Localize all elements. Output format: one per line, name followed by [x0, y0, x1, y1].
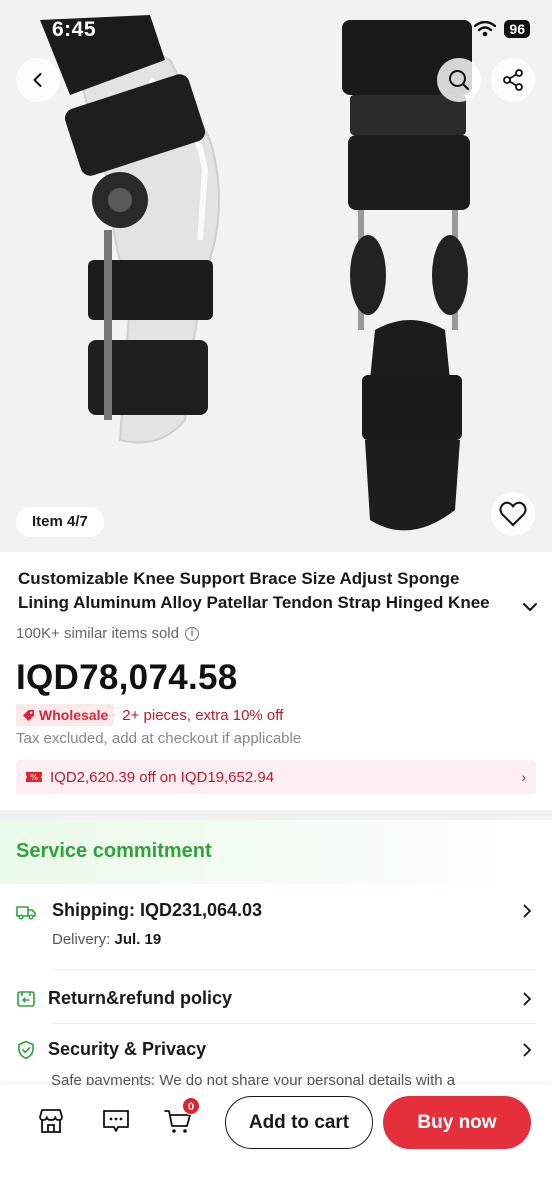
back-button[interactable] — [16, 58, 60, 102]
store-icon[interactable] — [36, 1106, 66, 1136]
chevron-right-icon — [523, 992, 531, 1006]
chevron-right-icon: › — [521, 769, 526, 785]
coupon-icon: % — [26, 772, 42, 782]
row-divider — [52, 969, 536, 970]
wholesale-row: Wholesale 2+ pieces, extra 10% off — [16, 704, 283, 726]
tag-icon — [23, 709, 34, 721]
service-commitment-title: Service commitment — [16, 840, 212, 862]
security-privacy-description: Safe payments: We do not share your pers… — [51, 1072, 456, 1085]
return-icon — [17, 991, 35, 1007]
search-icon — [449, 70, 470, 91]
security-privacy-label: Security & Privacy — [48, 1039, 207, 1059]
gallery-counter: Item 4/7 — [16, 507, 104, 537]
shield-icon — [18, 1040, 34, 1060]
delivery-info: Delivery: Jul. 19 — [52, 931, 161, 948]
battery-indicator: 96 — [504, 20, 530, 38]
return-policy-label: Return&refund policy — [48, 988, 233, 1008]
status-time: 6:45 — [52, 18, 97, 41]
bottom-action-bar: 0 Add to cart Buy now — [0, 1085, 552, 1195]
coupon-banner[interactable]: % IQD2,620.39 off on IQD19,652.94 › — [16, 760, 536, 794]
chevron-left-icon — [33, 73, 42, 87]
wholesale-offer: 2+ pieces, extra 10% off — [122, 706, 284, 724]
delivery-date: Jul. 19 — [114, 931, 162, 948]
chevron-down-icon[interactable] — [522, 599, 538, 615]
product-title: Customizable Knee Support Brace Size Adj… — [18, 569, 490, 612]
wifi-icon — [474, 21, 497, 37]
tax-note: Tax excluded, add at checkout if applica… — [16, 730, 302, 747]
shipping-label: Shipping: IQD231,064.03 — [52, 900, 263, 920]
share-icon — [503, 69, 523, 91]
coupon-text: IQD2,620.39 off on IQD19,652.94 — [50, 768, 275, 786]
product-title-row[interactable]: Customizable Knee Support Brace Size Adj… — [18, 567, 538, 615]
heart-icon — [499, 501, 527, 526]
buy-now-button[interactable]: Buy now — [383, 1096, 531, 1149]
security-privacy-row[interactable]: Security & Privacy Safe payments: We do … — [16, 1035, 536, 1085]
section-divider — [0, 810, 552, 820]
info-icon[interactable]: i — [184, 626, 199, 641]
status-icons: 96 — [474, 20, 530, 38]
svg-text:%: % — [30, 773, 38, 782]
product-price: IQD78,074.58 — [16, 658, 238, 697]
chat-icon[interactable] — [101, 1106, 131, 1136]
add-to-cart-button[interactable]: Add to cart — [225, 1096, 373, 1149]
chevron-right-icon — [523, 904, 531, 918]
shipping-row[interactable]: Shipping: IQD231,064.03 Delivery: Jul. 1… — [16, 896, 536, 976]
wishlist-button[interactable] — [491, 492, 535, 536]
row-divider — [52, 1023, 536, 1024]
wholesale-badge-label: Wholesale — [39, 707, 109, 723]
cart-count-badge: 0 — [182, 1097, 200, 1115]
service-commitment-header: Service commitment — [0, 820, 552, 884]
search-button[interactable] — [437, 58, 481, 102]
product-image-gallery[interactable]: 6:45 96 Item 4/7 — [0, 0, 552, 552]
truck-icon — [16, 906, 36, 920]
wholesale-badge: Wholesale — [16, 704, 115, 726]
share-button[interactable] — [491, 58, 535, 102]
sold-count-text: 100K+ similar items sold — [16, 625, 179, 642]
return-policy-row[interactable]: Return&refund policy — [16, 984, 536, 1024]
chevron-right-icon — [523, 1043, 531, 1057]
sold-count: 100K+ similar items sold i — [16, 625, 199, 642]
delivery-prefix: Delivery: — [52, 931, 115, 948]
